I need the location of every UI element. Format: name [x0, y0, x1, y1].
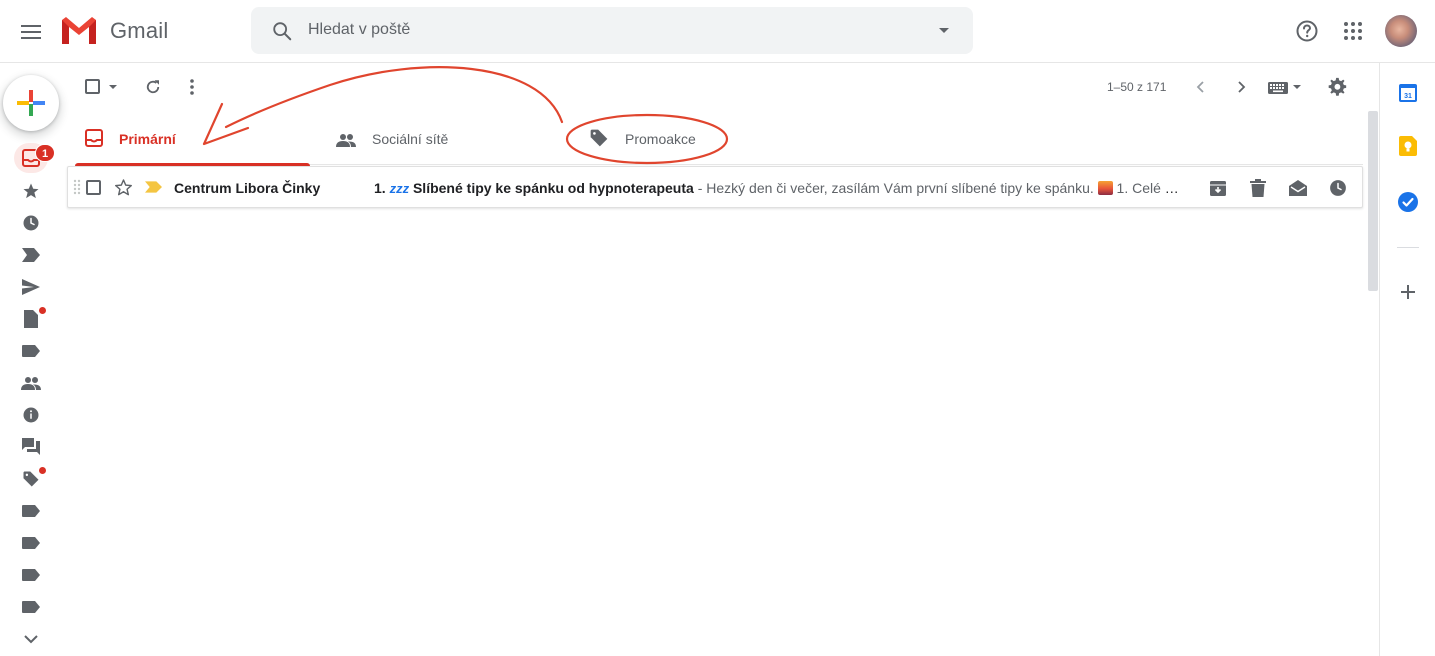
- label-icon: [22, 601, 40, 613]
- help-icon[interactable]: [1295, 19, 1319, 43]
- nav-label-3[interactable]: [20, 532, 42, 554]
- drag-handle-icon[interactable]: [73, 179, 81, 195]
- tab-social-label: Sociální sítě: [372, 131, 449, 147]
- annotation-overlay: [202, 66, 729, 165]
- side-panel-divider: [1397, 247, 1419, 248]
- apps-grid-icon[interactable]: [1343, 21, 1363, 41]
- nav-important[interactable]: [20, 244, 42, 266]
- search-icon[interactable]: [271, 20, 293, 42]
- promotions-notification-dot: [39, 467, 46, 474]
- people-icon: [336, 134, 356, 147]
- drafts-notification-dot: [39, 307, 46, 314]
- inbox-unread-badge: 1: [35, 144, 55, 162]
- nav-label-4[interactable]: [20, 564, 42, 586]
- compose-plus-icon: [17, 90, 45, 116]
- nav-category-updates[interactable]: [20, 404, 42, 426]
- sunset-emoji-icon: [1097, 181, 1113, 195]
- email-subject-snippet: 1. zzz Slíbené tipy ke spánku od hypnote…: [374, 180, 1186, 196]
- gmail-logo[interactable]: Gmail: [60, 16, 168, 45]
- open-envelope-icon: [1289, 180, 1307, 196]
- refresh-icon[interactable]: [144, 78, 162, 96]
- nav-category-social[interactable]: [20, 372, 42, 394]
- inbox-category-tabs: Primární Sociální sítě Promoakce: [75, 112, 1363, 166]
- email-sender: Centrum Libora Činky: [174, 180, 321, 196]
- forum-icon: [22, 438, 40, 455]
- search-input[interactable]: Hledat v poště: [308, 21, 410, 39]
- email-snippet-tail: 1. Celé dě…: [1116, 180, 1186, 196]
- send-icon: [22, 279, 40, 295]
- star-outline-icon[interactable]: [114, 178, 133, 197]
- tab-social[interactable]: Sociální sítě: [327, 112, 562, 165]
- hamburger-icon: [21, 25, 41, 39]
- label-icon: [22, 569, 40, 581]
- label-icon: [22, 505, 40, 517]
- next-page-icon[interactable]: [1235, 80, 1247, 94]
- select-all-checkbox[interactable]: [85, 79, 100, 94]
- archive-button[interactable]: [1208, 178, 1228, 198]
- info-icon: [23, 407, 39, 423]
- star-icon: [23, 183, 39, 199]
- input-tools-dropdown-icon[interactable]: [1293, 85, 1301, 89]
- people-icon: [21, 377, 41, 390]
- select-dropdown-icon[interactable]: [109, 85, 117, 89]
- pagination-count: 1–50 z 171: [1107, 80, 1167, 94]
- important-marker-icon[interactable]: [145, 181, 162, 193]
- email-select-checkbox[interactable]: [86, 180, 101, 195]
- tab-primary[interactable]: Primární: [75, 112, 310, 166]
- gmail-m-icon: [62, 17, 96, 44]
- nav-starred[interactable]: [20, 180, 42, 202]
- get-addons-plus-icon[interactable]: [1401, 285, 1415, 299]
- important-icon: [22, 248, 40, 262]
- archive-icon: [1210, 181, 1226, 196]
- compose-button[interactable]: [3, 75, 59, 131]
- tab-primary-label: Primární: [119, 131, 176, 147]
- label-icon: [22, 345, 40, 357]
- tag-icon: [23, 471, 39, 487]
- tab-promotions[interactable]: Promoakce: [580, 112, 815, 165]
- draft-file-icon: [24, 310, 38, 328]
- email-subject-prefix: 1.: [374, 180, 386, 196]
- nav-sent[interactable]: [20, 276, 42, 298]
- search-bar[interactable]: Hledat v poště: [251, 7, 973, 54]
- calendar-icon[interactable]: 31: [1399, 82, 1417, 102]
- header: Gmail Hledat v poště: [0, 0, 1435, 63]
- label-icon: [22, 537, 40, 549]
- search-options-dropdown-icon[interactable]: [939, 28, 949, 33]
- inbox-icon: [85, 129, 103, 147]
- nav-category-forums[interactable]: [20, 436, 42, 458]
- main-menu-button[interactable]: [18, 19, 44, 45]
- keyboard-icon[interactable]: [1268, 82, 1288, 94]
- account-avatar[interactable]: [1385, 15, 1417, 47]
- nav-label-2[interactable]: [20, 500, 42, 522]
- nav-label-1[interactable]: [20, 340, 42, 362]
- mark-as-read-button[interactable]: [1288, 178, 1308, 198]
- email-snippet: - Hezký den či večer, zasílám Vám první …: [693, 180, 1094, 196]
- prev-page-icon[interactable]: [1195, 80, 1207, 94]
- app-name: Gmail: [110, 17, 169, 43]
- clock-icon: [1330, 180, 1346, 196]
- keep-icon[interactable]: [1399, 136, 1417, 156]
- trash-icon: [1250, 179, 1266, 197]
- scrollbar-thumb[interactable]: [1368, 111, 1378, 291]
- delete-button[interactable]: [1248, 178, 1268, 198]
- nav-snoozed[interactable]: [20, 212, 42, 234]
- nav-label-5[interactable]: [20, 596, 42, 618]
- email-row[interactable]: Centrum Libora Činky 1. zzz Slíbené tipy…: [67, 166, 1363, 208]
- tasks-icon[interactable]: [1398, 192, 1418, 212]
- more-vert-icon[interactable]: [188, 78, 196, 96]
- zzz-emoji-icon: zzz: [389, 181, 410, 196]
- tab-promotions-label: Promoakce: [625, 131, 696, 147]
- nav-more-button[interactable]: [20, 628, 42, 650]
- snooze-button[interactable]: [1328, 178, 1348, 198]
- svg-text:31: 31: [1404, 93, 1412, 100]
- chevron-down-icon: [24, 634, 38, 643]
- email-subject: Slíbené tipy ke spánku od hypnoterapeuta: [412, 180, 694, 196]
- settings-gear-icon[interactable]: [1327, 77, 1347, 97]
- clock-icon: [23, 215, 39, 231]
- tag-icon: [590, 129, 608, 147]
